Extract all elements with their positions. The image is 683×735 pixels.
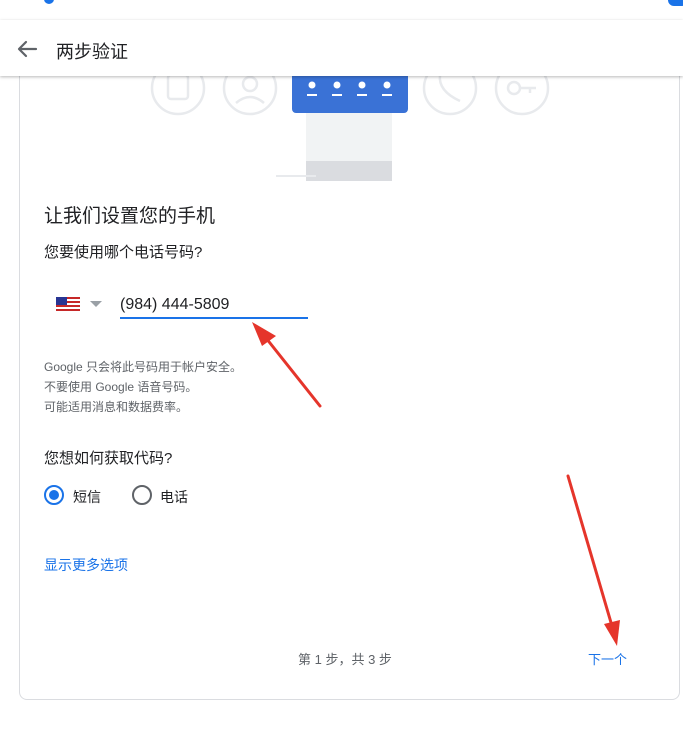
note-line: 可能适用消息和数据费率。 (44, 400, 189, 414)
account-indicator-icon (668, 0, 683, 6)
next-button[interactable]: 下一个 (588, 649, 627, 668)
step-indicator: 第 1 步，共 3 步 (298, 652, 392, 667)
call-radio-label[interactable]: 电话 (160, 487, 188, 507)
sms-radio[interactable] (44, 485, 64, 505)
setup-title: 让我们设置您的手机 (44, 206, 216, 227)
note-line: Google 只会将此号码用于帐户安全。 (44, 360, 243, 374)
phone-notes: Google 只会将此号码用于帐户安全。 不要使用 Google 语音号码。 可… (44, 357, 242, 417)
footer-strip (0, 728, 683, 735)
sms-radio-label[interactable]: 短信 (73, 487, 101, 507)
google-logo-icon (44, 0, 54, 4)
back-arrow-icon[interactable] (12, 36, 42, 62)
page-title: 两步验证 (56, 42, 128, 62)
call-radio[interactable] (132, 485, 152, 505)
note-line: 不要使用 Google 语音号码。 (44, 380, 198, 394)
code-method-question: 您想如何获取代码? (44, 450, 173, 467)
phone-question: 您要使用哪个电话号码? (44, 244, 203, 261)
phone-number-input[interactable] (120, 293, 308, 319)
us-flag-icon[interactable] (56, 297, 80, 311)
dropdown-caret-icon[interactable] (90, 301, 102, 307)
top-strip (0, 0, 683, 14)
show-more-options-link[interactable]: 显示更多选项 (44, 555, 128, 575)
setup-card: 让我们设置您的手机 您要使用哪个电话号码? Google 只会将此号码用于帐户安… (19, 60, 680, 700)
page-header: 两步验证 (0, 20, 683, 76)
phone-illustration (150, 61, 550, 181)
